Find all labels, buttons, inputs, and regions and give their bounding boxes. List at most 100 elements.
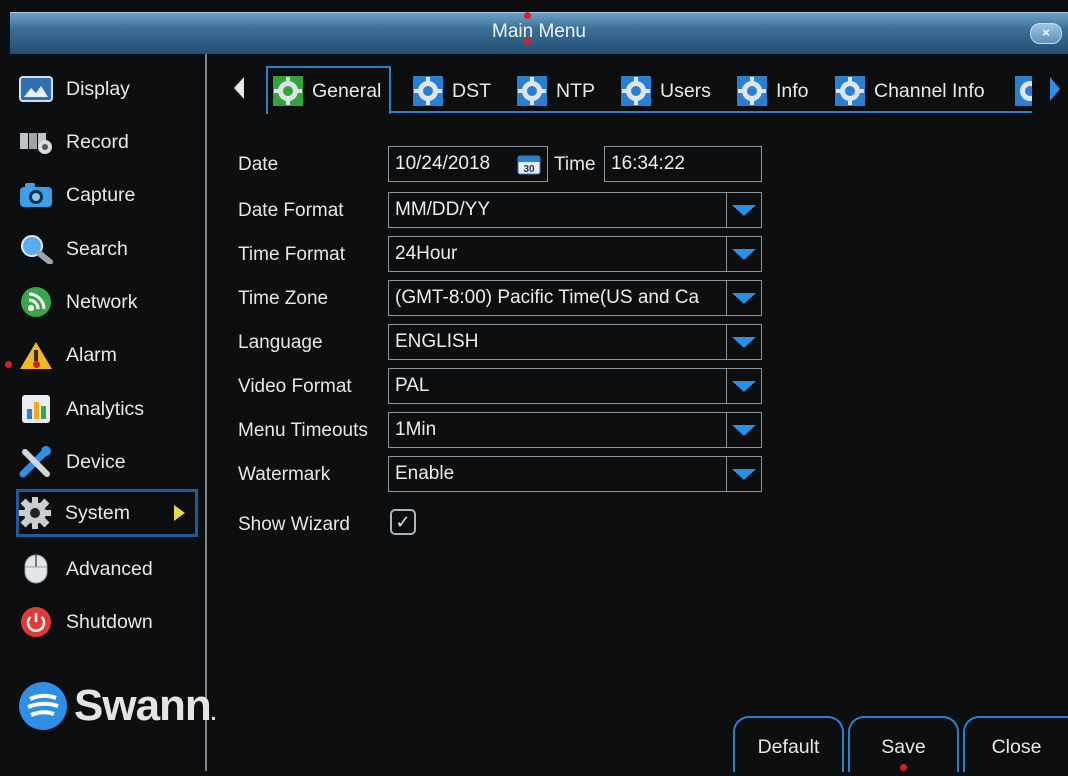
- sidebar-item-label: Network: [66, 290, 138, 313]
- sidebar-item-label: Shutdown: [66, 610, 153, 633]
- chevron-down-icon[interactable]: [726, 281, 761, 315]
- analytics-icon: [18, 393, 54, 425]
- gear-icon: [620, 75, 652, 107]
- show-wizard-checkbox[interactable]: ✓: [390, 509, 416, 535]
- sidebar-item-label: Capture: [66, 183, 136, 206]
- date-row: Date 10/24/2018 30 Time 16:34:22: [238, 146, 778, 182]
- time-format-select[interactable]: 24Hour: [388, 236, 762, 272]
- tab-channel-info[interactable]: Channel Info: [834, 70, 985, 112]
- select-value: PAL: [395, 375, 430, 396]
- power-icon: [18, 606, 54, 638]
- time-zone-select[interactable]: (GMT-8:00) Pacific Time(US and Ca: [388, 280, 762, 316]
- tab-scroll-right-icon[interactable]: [1050, 77, 1060, 101]
- show-wizard-row: Show Wizard ✓: [238, 506, 778, 542]
- tab-partial[interactable]: [1014, 70, 1032, 112]
- date-format-label: Date Format: [238, 200, 344, 221]
- time-field[interactable]: 16:34:22: [604, 146, 762, 182]
- tab-info[interactable]: Info: [736, 70, 809, 112]
- time-zone-label: Time Zone: [238, 288, 329, 309]
- marker-dot: [524, 12, 531, 19]
- video-format-select[interactable]: PAL: [388, 368, 762, 404]
- sidebar-item-device[interactable]: Device: [18, 439, 204, 485]
- chevron-down-icon[interactable]: [726, 237, 761, 271]
- sidebar-item-label: Alarm: [66, 343, 117, 366]
- watermark-select[interactable]: Enable: [388, 456, 762, 492]
- select-value: ENGLISH: [395, 331, 479, 352]
- submenu-arrow-icon: [174, 505, 185, 521]
- date-format-select[interactable]: MM/DD/YY: [388, 192, 762, 228]
- tab-general[interactable]: General: [266, 66, 392, 114]
- tab-label: Info: [776, 79, 809, 102]
- chevron-down-icon[interactable]: [726, 457, 761, 491]
- record-icon: [18, 126, 54, 158]
- sidebar-item-system[interactable]: System: [16, 489, 198, 537]
- sidebar-item-network[interactable]: Network: [18, 279, 204, 325]
- sidebar-item-capture[interactable]: Capture: [18, 172, 204, 218]
- tab-scroll-left-icon[interactable]: [234, 77, 244, 99]
- title-bar: Main Menu ×: [10, 12, 1068, 54]
- date-format-row: Date Format MM/DD/YY: [238, 192, 778, 228]
- checkmark-icon: ✓: [395, 512, 411, 532]
- show-wizard-label: Show Wizard: [238, 514, 350, 535]
- tab-bar: General DST NTP Users Info Channel Info: [222, 66, 1062, 116]
- sidebar-item-search[interactable]: Search: [18, 226, 204, 272]
- chevron-down-icon[interactable]: [726, 369, 761, 403]
- tab-label: DST: [452, 79, 491, 102]
- tab-label: NTP: [556, 79, 595, 102]
- tab-dst[interactable]: DST: [412, 70, 491, 112]
- display-icon: [18, 73, 54, 105]
- language-select[interactable]: ENGLISH: [388, 324, 762, 360]
- sidebar-item-shutdown[interactable]: Shutdown: [18, 599, 204, 645]
- sidebar-item-advanced[interactable]: Advanced: [18, 546, 204, 592]
- tab-ntp[interactable]: NTP: [516, 70, 595, 112]
- sidebar-item-label: Analytics: [66, 397, 145, 420]
- watermark-label: Watermark: [238, 464, 331, 485]
- sidebar-item-analytics[interactable]: Analytics: [18, 386, 204, 432]
- marker-dot: [5, 361, 12, 368]
- close-icon[interactable]: ×: [1030, 23, 1062, 44]
- sidebar-item-label: Display: [66, 77, 130, 100]
- chevron-down-icon[interactable]: [726, 193, 761, 227]
- select-value: (GMT-8:00) Pacific Time(US and Ca: [395, 287, 700, 308]
- calendar-icon[interactable]: 30: [517, 153, 541, 175]
- sidebar-item-alarm[interactable]: Alarm: [18, 332, 204, 378]
- language-row: Language ENGLISH: [238, 324, 778, 360]
- gear-icon: [516, 75, 548, 107]
- window-title: Main Menu: [492, 21, 586, 42]
- sidebar-item-label: Device: [66, 450, 126, 473]
- time-label: Time: [554, 154, 596, 175]
- gear-icon: [1014, 75, 1032, 107]
- time-format-row: Time Format 24Hour: [238, 236, 778, 272]
- tab-users[interactable]: Users: [620, 70, 711, 112]
- time-value: 16:34:22: [611, 153, 685, 174]
- time-format-label: Time Format: [238, 244, 345, 265]
- sidebar-item-record[interactable]: Record: [18, 119, 204, 165]
- gear-icon: [736, 75, 768, 107]
- video-format-label: Video Format: [238, 376, 352, 397]
- svg-text:30: 30: [523, 164, 535, 175]
- select-value: 1Min: [395, 419, 437, 440]
- chevron-down-icon[interactable]: [726, 413, 761, 447]
- gear-icon: [834, 75, 866, 107]
- language-label: Language: [238, 332, 323, 353]
- close-button[interactable]: Close: [963, 716, 1068, 772]
- default-button[interactable]: Default: [733, 716, 844, 772]
- brand-logo: Swann.: [18, 681, 216, 731]
- sidebar-item-label: System: [65, 501, 131, 524]
- date-field[interactable]: 10/24/2018 30: [388, 146, 548, 182]
- mouse-icon: [18, 553, 54, 585]
- gear-icon: [17, 497, 53, 529]
- marker-dot: [524, 38, 531, 45]
- brand-name: Swann.: [74, 681, 216, 730]
- sidebar-item-display[interactable]: Display: [18, 66, 204, 112]
- date-label: Date: [238, 154, 279, 175]
- video-format-row: Video Format PAL: [238, 368, 778, 404]
- menu-timeouts-select[interactable]: 1Min: [388, 412, 762, 448]
- sidebar-item-label: Record: [66, 130, 129, 153]
- search-icon: [18, 233, 54, 265]
- menu-timeouts-label: Menu Timeouts: [238, 420, 368, 441]
- tools-icon: [18, 446, 54, 478]
- chevron-down-icon[interactable]: [726, 325, 761, 359]
- network-icon: [18, 286, 54, 318]
- sidebar-item-label: Advanced: [66, 557, 153, 580]
